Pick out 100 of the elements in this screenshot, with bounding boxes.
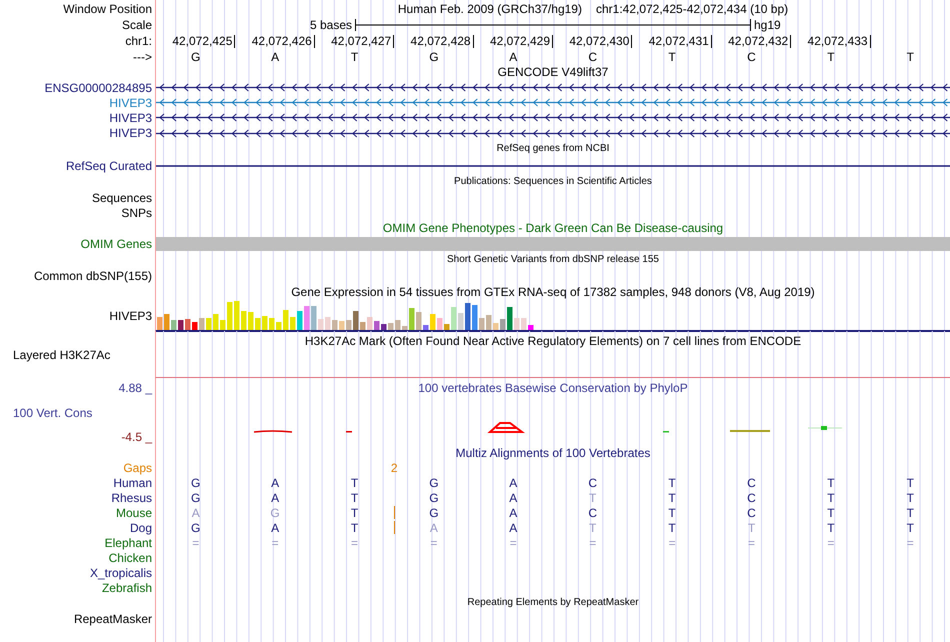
coordinate-label: 42,072,427 — [331, 34, 394, 48]
alignment-base: A — [192, 506, 200, 520]
alignment-base: C — [747, 476, 756, 490]
coordinate-label: 42,072,425 — [172, 34, 236, 48]
alignment-base: T — [350, 506, 358, 520]
alignment-base: G — [270, 506, 280, 520]
coordinate-label: 42,072,428 — [410, 34, 474, 48]
gene-label[interactable]: HIVEP3 — [109, 110, 152, 124]
gaps-label: Gaps — [123, 460, 152, 474]
gene-label[interactable]: ENSG00000284895 — [44, 80, 152, 94]
alignment-base: = — [827, 536, 834, 550]
alignment-base: G — [429, 490, 439, 504]
track-label: Sequences — [92, 190, 152, 204]
alignment-base: T — [668, 520, 676, 534]
track-title: 100 vertebrates Basewise Conservation by PhyloP — [418, 381, 688, 395]
strand-label: ---> — [133, 50, 152, 64]
alignment-base: A — [271, 520, 280, 534]
alignment-base: T — [906, 490, 914, 504]
track-title: Publications: Sequences in Scientific Articles — [454, 175, 652, 189]
gap-count: 2 — [390, 460, 398, 474]
alignment-base: = — [748, 536, 755, 550]
species-label: Human — [113, 476, 152, 490]
alignment-base: = — [350, 536, 358, 550]
alignment-base: C — [747, 506, 756, 520]
alignment-base: C — [588, 506, 598, 520]
coordinate-label: 42,072,430 — [569, 34, 632, 48]
sequence-base: G — [191, 50, 200, 64]
alignment-base: = — [589, 536, 596, 550]
track-title: GENCODE V49lift37 — [498, 65, 608, 79]
alignment-base: A — [271, 476, 280, 490]
sequence-base: T — [906, 50, 914, 64]
alignment-base: T — [748, 520, 756, 534]
position-range: chr1:42,072,425-42,072,434 (10 bp) — [596, 2, 788, 16]
coordinate-label: 42,072,429 — [490, 34, 553, 48]
alignment-base: C — [588, 476, 598, 490]
alignment-base: T — [906, 476, 914, 490]
sequence-base: A — [509, 50, 518, 64]
alignment-base: G — [191, 520, 200, 534]
row-label: chr1: — [125, 34, 152, 48]
axis-min-label: -4.5 _ — [121, 430, 152, 444]
scale-span: 5 bases — [310, 18, 352, 32]
track-label: RepeatMasker — [74, 612, 152, 626]
species-label: Chicken — [108, 550, 152, 564]
gene-label[interactable]: HIVEP3 — [109, 126, 152, 140]
alignment-base: = — [906, 536, 914, 550]
assembly-name: hg19 — [754, 18, 782, 32]
assembly-title: Human Feb. 2009 (GRCh37/hg19) — [398, 2, 582, 16]
track-label: Common dbSNP(155) — [34, 269, 152, 283]
alignment-base: T — [350, 490, 358, 504]
alignment-base: G — [429, 476, 439, 490]
sequence-base: C — [747, 50, 756, 64]
alignment-base: A — [509, 490, 518, 504]
alignment-base: A — [509, 520, 518, 534]
species-label: Elephant — [104, 536, 152, 550]
gene-label[interactable]: HIVEP3 — [109, 96, 152, 110]
species-label: Mouse — [116, 506, 152, 520]
alignment-base: T — [827, 520, 835, 534]
sequence-base: T — [350, 50, 358, 64]
alignment-base: T — [350, 476, 358, 490]
track-label: OMIM Genes — [80, 237, 152, 251]
alignment-base: T — [350, 520, 358, 534]
species-label: X_tropicalis — [90, 566, 152, 580]
alignment-base: = — [668, 536, 676, 550]
alignment-base: A — [509, 476, 518, 490]
sequence-base: C — [588, 50, 598, 64]
sequence-base: T — [827, 50, 835, 64]
alignment-base: T — [589, 520, 596, 534]
alignment-base: T — [827, 490, 835, 504]
alignment-base: C — [747, 490, 756, 504]
track-title: H3K27Ac Mark (Often Found Near Active Regulatory Elements) on 7 cell lines from ENCODE — [304, 334, 802, 348]
alignment-base: G — [191, 490, 200, 504]
alignment-base: = — [192, 536, 200, 550]
coordinate-label: 42,072,433 — [808, 34, 871, 48]
alignment-base: A — [430, 520, 438, 534]
alignment-base: T — [906, 506, 914, 520]
species-label: Zebrafish — [102, 580, 152, 594]
alignment-base: = — [272, 536, 279, 550]
coordinate-label: 42,072,426 — [252, 34, 315, 48]
alignment-base: A — [509, 506, 518, 520]
alignment-base: = — [430, 536, 438, 550]
coordinate-label: 42,072,432 — [728, 34, 792, 48]
alignment-base: T — [827, 506, 835, 520]
track-title: OMIM Gene Phenotypes - Dark Green Can Be Disease-causing — [382, 221, 724, 235]
sequence-base: T — [668, 50, 676, 64]
track-label: 100 Vert. Cons — [13, 406, 92, 420]
species-label: Dog — [130, 520, 152, 534]
coordinate-label: 42,072,431 — [648, 34, 712, 48]
axis-max-label: 4.88 _ — [118, 381, 152, 395]
row-label: Window Position — [63, 2, 152, 16]
alignment-base: T — [668, 506, 676, 520]
track-label: Layered H3K27Ac — [13, 348, 110, 362]
track-title: RefSeq genes from NCBI — [496, 142, 610, 156]
sequence-base: A — [271, 50, 280, 64]
track-title: Short Genetic Variants from dbSNP release 155 — [447, 253, 659, 267]
alignment-base: G — [191, 476, 200, 490]
track-title: Repeating Elements by RepeatMasker — [467, 596, 639, 610]
track-label: RefSeq Curated — [66, 158, 152, 172]
alignment-base: G — [429, 506, 439, 520]
alignment-base: T — [906, 520, 914, 534]
alignment-base: = — [510, 536, 517, 550]
